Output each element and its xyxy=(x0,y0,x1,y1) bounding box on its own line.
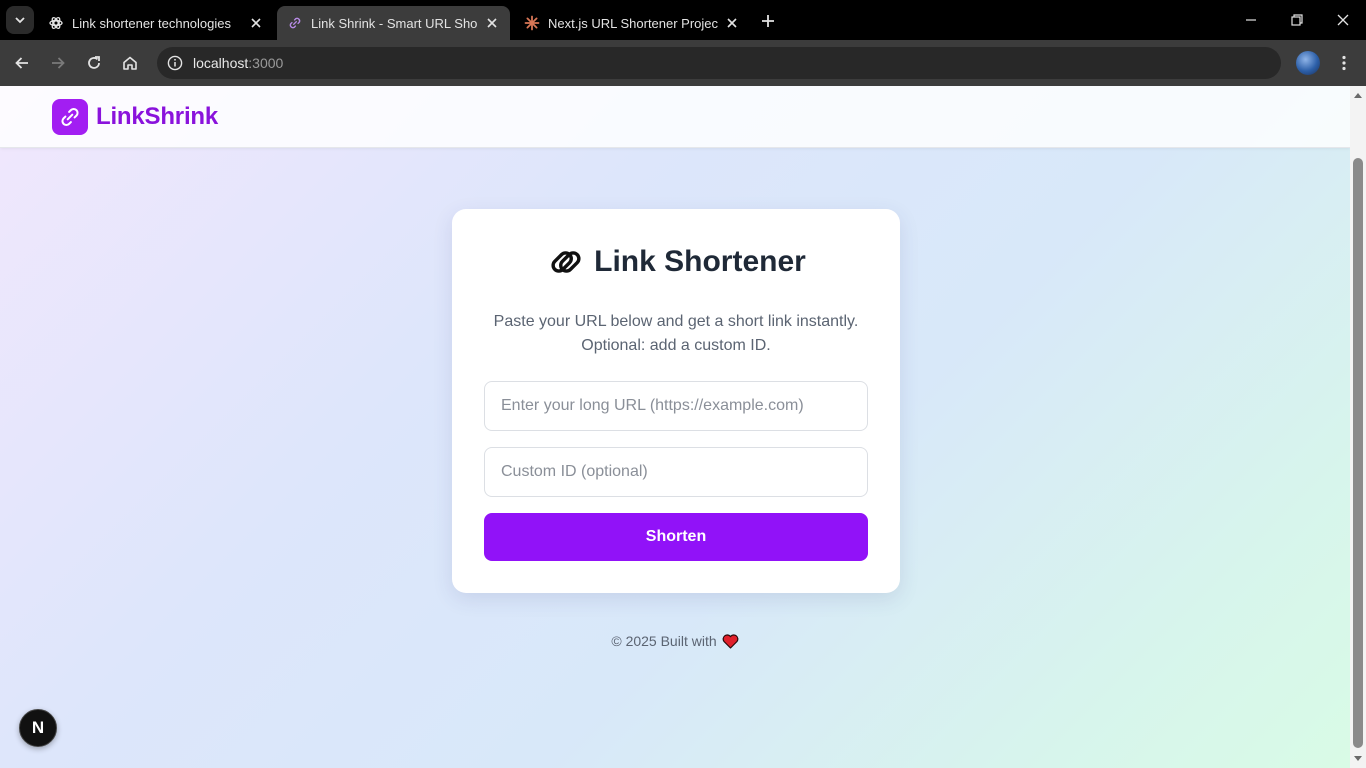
long-url-input[interactable] xyxy=(484,381,868,431)
scroll-down-arrow-icon[interactable] xyxy=(1350,752,1366,766)
card-description: Paste your URL below and get a short lin… xyxy=(493,313,859,354)
reload-icon xyxy=(88,56,100,69)
site-info-icon[interactable] xyxy=(163,51,187,75)
home-icon xyxy=(123,56,137,70)
browser-menu-button[interactable] xyxy=(1330,49,1358,77)
restore-button[interactable] xyxy=(1274,6,1320,34)
heart-icon xyxy=(722,633,739,649)
tab-title: Link shortener technologies xyxy=(72,15,231,31)
address-text: localhost:3000 xyxy=(193,55,283,71)
site-header: LinkShrink xyxy=(0,86,1350,148)
custom-id-input[interactable] xyxy=(484,447,868,497)
footer-text: © 2025 Built with xyxy=(611,633,717,649)
tab-title: Next.js URL Shortener Project - xyxy=(548,15,718,31)
close-icon[interactable] xyxy=(484,15,500,31)
back-button[interactable] xyxy=(8,49,36,77)
shortener-card: Link Shortener Paste your URL below and … xyxy=(452,209,900,593)
profile-avatar[interactable] xyxy=(1296,51,1320,75)
claude-icon xyxy=(524,15,540,31)
chevron-down-icon xyxy=(15,17,25,24)
tab-search-button[interactable] xyxy=(6,6,34,34)
logo-link-icon[interactable] xyxy=(52,99,88,135)
tab-title: Link Shrink - Smart URL Shortener xyxy=(311,15,478,31)
close-icon[interactable] xyxy=(724,15,740,31)
tab-link-shrink[interactable]: Link Shrink - Smart URL Shortener xyxy=(277,6,510,40)
page-viewport: LinkShrink Link Shortener Paste your URL… xyxy=(0,86,1350,768)
tab-nextjs-project[interactable]: Next.js URL Shortener Project - xyxy=(514,6,750,40)
address-bar[interactable]: localhost:3000 xyxy=(157,47,1281,79)
card-title-row: Link Shortener xyxy=(452,242,900,282)
plus-icon xyxy=(762,15,774,27)
address-host: localhost xyxy=(193,55,249,71)
new-tab-button[interactable] xyxy=(756,9,780,33)
close-icon[interactable] xyxy=(248,15,264,31)
address-port: :3000 xyxy=(248,55,284,71)
card-title: Link Shortener xyxy=(594,245,806,278)
reload-button[interactable] xyxy=(80,49,108,77)
forward-button[interactable] xyxy=(44,49,72,77)
scroll-up-arrow-icon[interactable] xyxy=(1350,88,1366,102)
arrow-right-icon xyxy=(52,57,65,69)
close-icon xyxy=(1337,14,1349,26)
link-icon xyxy=(287,15,303,31)
shorten-button[interactable]: Shorten xyxy=(484,513,868,561)
minimize-icon xyxy=(1246,19,1256,21)
scrollbar-thumb[interactable] xyxy=(1353,158,1363,748)
paperclip-icon xyxy=(546,242,586,282)
minimize-button[interactable] xyxy=(1228,6,1274,34)
browser-tab-strip: Link shortener technologies Link Shrink … xyxy=(0,0,1366,40)
home-button[interactable] xyxy=(116,49,144,77)
logo-text[interactable]: LinkShrink xyxy=(96,103,218,131)
close-window-button[interactable] xyxy=(1320,6,1366,34)
more-vert-icon xyxy=(1342,55,1346,71)
page-scrollbar[interactable] xyxy=(1350,86,1366,768)
openai-icon xyxy=(48,15,64,31)
tab-link-shortener-technologies[interactable]: Link shortener technologies xyxy=(38,6,274,40)
arrow-left-icon xyxy=(15,57,28,69)
restore-icon xyxy=(1291,14,1303,26)
page-footer: © 2025 Built with xyxy=(0,633,1350,649)
nextjs-dev-badge[interactable]: N xyxy=(19,709,57,747)
